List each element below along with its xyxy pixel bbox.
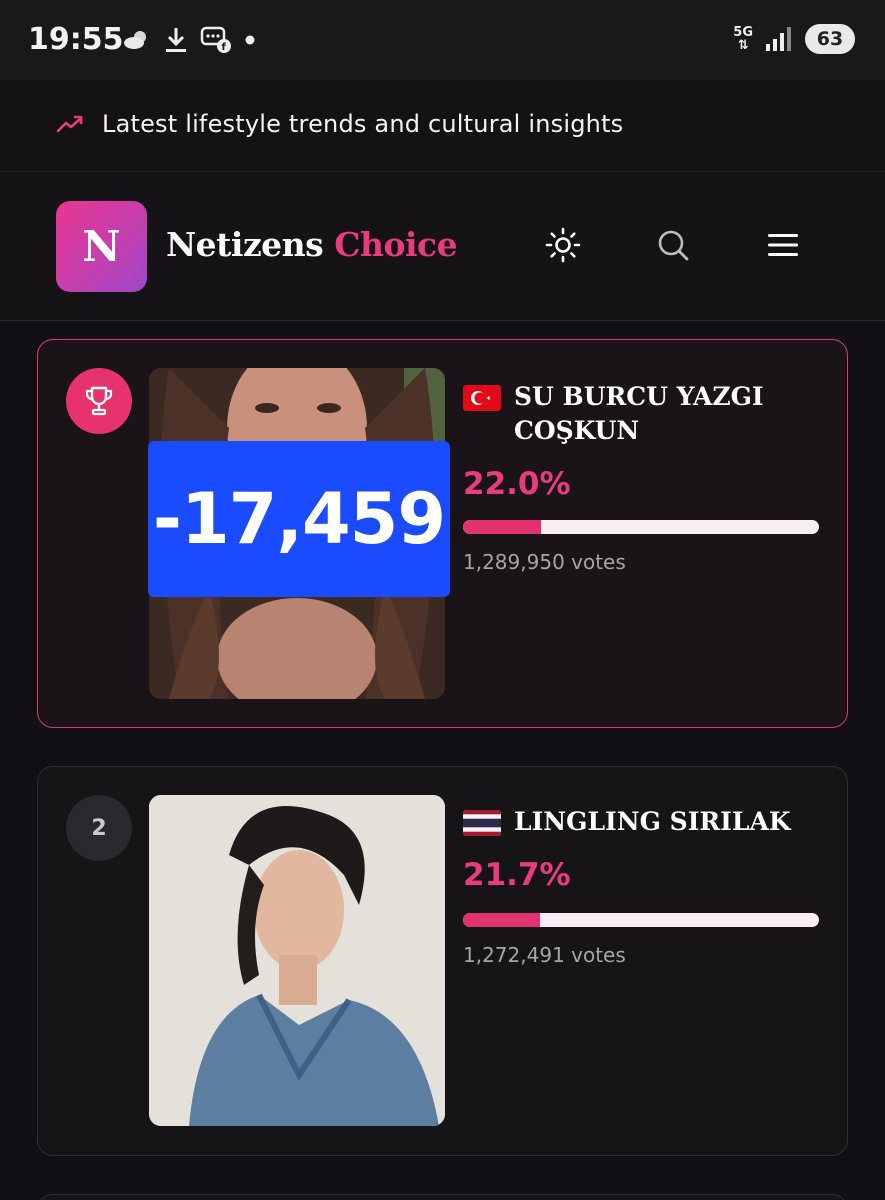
brand-name[interactable]: Netizens Choice xyxy=(166,225,458,264)
vote-progress-fill-1 xyxy=(463,520,542,534)
svg-text:f: f xyxy=(222,42,227,53)
search-button[interactable] xyxy=(651,223,695,267)
trophy-icon xyxy=(85,386,113,416)
thailand-flag-icon xyxy=(463,810,501,836)
data-arrows-icon: ⇅ xyxy=(737,38,749,53)
ranking-card-1[interactable]: -17,459 SU BURCU YAZGI COŞKUN 22.0% 1,28… xyxy=(37,339,848,728)
rank-badge-2: 2 xyxy=(66,795,132,861)
vote-count-1: 1,289,950 votes xyxy=(463,550,626,574)
hamburger-menu-icon xyxy=(768,234,798,256)
status-icons-right: 5G ⇅ 63 xyxy=(733,24,855,54)
trending-up-icon xyxy=(56,115,83,133)
signal-icon xyxy=(766,27,791,51)
notification-dot-icon xyxy=(245,35,255,45)
contestant-name-1-line2: COŞKUN xyxy=(514,416,640,445)
site-header: N Netizens Choice xyxy=(0,173,885,321)
status-bar: 19:55 f 5G ⇅ 63 xyxy=(0,0,885,80)
vote-difference-overlay: -17,459 xyxy=(148,441,450,597)
vote-count-2: 1,272,491 votes xyxy=(463,943,626,967)
network-indicator: 5G ⇅ xyxy=(733,26,753,52)
site-logo[interactable]: N xyxy=(56,201,147,292)
contestant-name-2[interactable]: LINGLING SIRILAK xyxy=(514,805,791,839)
vote-progress-bar-1 xyxy=(463,520,819,534)
vote-percent-2: 21.7% xyxy=(463,857,571,893)
battery-indicator: 63 xyxy=(805,24,855,54)
status-icons-left: f xyxy=(122,26,256,54)
turkey-flag-icon xyxy=(463,385,501,411)
facebook-chat-icon: f xyxy=(200,26,231,53)
download-icon xyxy=(166,28,186,52)
menu-button[interactable] xyxy=(761,223,805,267)
ranking-card-3[interactable] xyxy=(37,1194,848,1200)
sun-icon xyxy=(545,227,581,263)
search-icon xyxy=(658,230,689,261)
vote-progress-bar-2 xyxy=(463,913,819,927)
brand-part-2: Choice xyxy=(334,225,458,264)
contestant-name-2-line1: LINGLING SIRILAK xyxy=(514,807,791,836)
ranking-card-2[interactable]: 2 LINGLING SIRILAK 21.7% 1,272,491 votes xyxy=(37,766,848,1156)
portrait-illustration-2 xyxy=(149,795,445,1126)
theme-toggle-button[interactable] xyxy=(541,223,585,267)
contestant-name-1[interactable]: SU BURCU YAZGI COŞKUN xyxy=(514,380,764,448)
vote-progress-fill-2 xyxy=(463,913,541,927)
status-time: 19:55 xyxy=(28,22,124,57)
contestant-photo-2[interactable] xyxy=(149,795,445,1126)
contestant-name-1-line1: SU BURCU YAZGI xyxy=(514,382,764,411)
brand-part-1: Netizens xyxy=(166,225,324,264)
rank-badge-1 xyxy=(66,368,132,434)
vote-percent-1: 22.0% xyxy=(463,466,571,502)
banner-text: Latest lifestyle trends and cultural ins… xyxy=(102,110,624,138)
weather-icon xyxy=(124,31,146,49)
trends-banner[interactable]: Latest lifestyle trends and cultural ins… xyxy=(0,80,885,172)
